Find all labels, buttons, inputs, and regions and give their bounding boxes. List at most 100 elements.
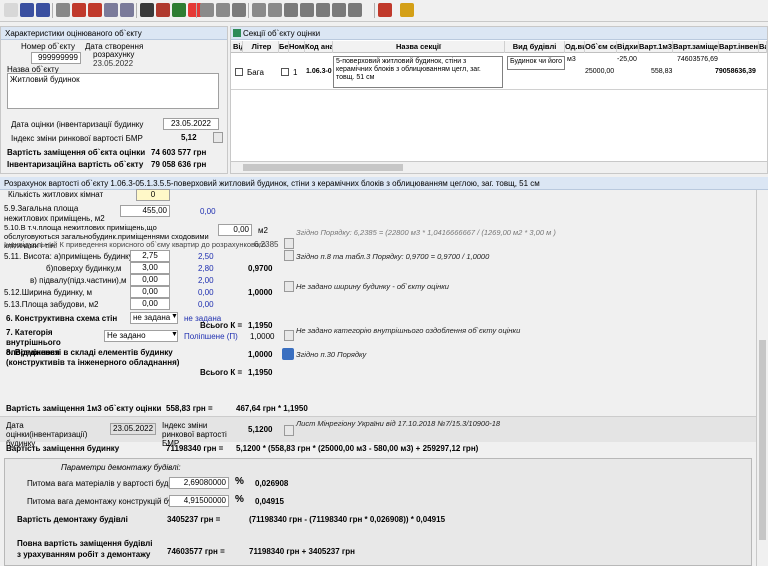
h-scroll-thumb[interactable] (243, 164, 403, 171)
category-select[interactable]: Не задано (104, 330, 178, 342)
chevron-down-icon[interactable]: ▼ (171, 331, 178, 338)
save-icon[interactable] (20, 3, 34, 17)
total-k-1: 1,1950 (248, 321, 273, 330)
demolition-cost-value: 3405237 грн = (167, 515, 221, 524)
col-header-11[interactable]: Варт.заміще (673, 41, 719, 53)
scissors-icon[interactable] (56, 3, 70, 17)
created-label-2: розрахунку (93, 50, 135, 59)
number-field[interactable]: 999999999 (31, 52, 81, 64)
demolition-box: Параметри демонтажу будівлі: Питома вага… (4, 458, 752, 566)
sections-panel: Секції об`єкту оцінки Від Літер Бе Ном К… (230, 26, 768, 174)
index-button[interactable] (213, 132, 223, 143)
col-header-2[interactable]: Бе (279, 41, 289, 53)
name-field[interactable]: Житловий будинок (7, 73, 219, 109)
total-k-label-2: Всього К = (200, 368, 243, 377)
new-doc-icon[interactable] (4, 3, 18, 17)
col-header-9[interactable]: Відхил (617, 41, 639, 53)
height-c-coef: 2,00 (198, 276, 214, 285)
toolbar (0, 0, 768, 22)
row-checkbox[interactable] (235, 68, 243, 76)
index-value: 5,12 (181, 133, 197, 142)
r510-field[interactable]: 0,00 (218, 224, 252, 236)
tools-icon[interactable] (232, 3, 246, 17)
calc-icon[interactable] (284, 3, 298, 17)
width-button[interactable] (284, 281, 294, 292)
calc-header: Розрахунок вартості об`єкту 1.06.3-05.1.… (0, 177, 768, 190)
date-row-field[interactable]: 23.05.2022 (110, 423, 156, 435)
col-header-4[interactable]: Код ана (305, 41, 333, 53)
stamp-icon[interactable] (348, 3, 362, 17)
chevron-down-icon[interactable]: ▼ (171, 313, 178, 320)
height-button[interactable] (284, 250, 294, 261)
cell-name[interactable]: 5-поверховий житловий будинок, стіни з к… (333, 56, 503, 88)
col-header-3[interactable]: Ном (289, 41, 305, 53)
indiv-button[interactable] (284, 238, 294, 249)
width-field[interactable]: 0,00 (130, 286, 170, 298)
r59-field[interactable]: 455,00 (120, 205, 170, 217)
materials-label: Питома вага матеріалів у вартості будівл… (27, 479, 181, 488)
col-header-1[interactable]: Літер (245, 41, 279, 53)
number-label: Номер об`єкту (21, 42, 75, 51)
height-c-field[interactable]: 0,00 (130, 274, 170, 286)
index-row-button[interactable] (284, 425, 294, 436)
date-row: Дата оцінки(інвентаризації) будинку 23.0… (0, 416, 756, 448)
total-k-label-1: Всього К = (200, 321, 243, 330)
r59-label: 5.9.Загальна площа нежитлових приміщень,… (4, 204, 105, 223)
pencil-icon[interactable] (268, 3, 282, 17)
row-checkbox-2[interactable] (281, 68, 289, 76)
constructions-field[interactable]: 4,91500000 (169, 495, 229, 507)
col-header-6[interactable]: Вид будівлі (505, 41, 565, 53)
col-header-8[interactable]: Об`єм секі (585, 41, 617, 53)
coat-of-arms-icon[interactable] (400, 3, 414, 17)
cell-deviation: -25,00 (617, 56, 637, 63)
indiv-note: Згідно Порядку: 6,2385 = (22800 м3 * 1,0… (296, 228, 556, 237)
toolbar-separator (248, 3, 249, 18)
area-field[interactable]: 0,00 (130, 298, 170, 310)
diff-note: Згідно п.30 Порядку (296, 350, 367, 359)
cursor-icon[interactable] (332, 3, 346, 17)
v-scroll-thumb[interactable] (759, 340, 766, 540)
full-cost-value: 74603577 грн = (167, 547, 225, 556)
r59-coef: 0,00 (200, 207, 216, 216)
eval-date-label: Дата оцінки (інвентаризації будинку (11, 120, 144, 129)
h-scrollbar[interactable] (231, 161, 767, 173)
v-scrollbar[interactable] (756, 190, 768, 566)
height-a-field[interactable]: 2,75 (130, 250, 170, 262)
area-label: 5.13.Площа забудови, м2 (4, 300, 99, 309)
x-icon[interactable] (88, 3, 102, 17)
materials-result: 0,026908 (255, 479, 289, 488)
chart-icon[interactable] (300, 3, 314, 17)
table-row[interactable]: Бага 1 1.06.3-0 5-поверховий житловий бу… (231, 54, 767, 90)
col-header-7[interactable]: Од.ви (565, 41, 585, 53)
category-button[interactable] (284, 330, 294, 341)
ruler-icon[interactable] (252, 3, 266, 17)
paste-icon[interactable] (120, 3, 134, 17)
sheet-icon[interactable] (316, 3, 330, 17)
materials-field[interactable]: 2,69080000 (169, 477, 229, 489)
indiv-value: 6,2385 (254, 240, 279, 249)
palette-icon[interactable] (172, 3, 186, 17)
col-header-0[interactable]: Від (233, 41, 243, 53)
toolbar-separator (196, 3, 197, 18)
delete-icon[interactable] (72, 3, 86, 17)
printer-icon[interactable] (200, 3, 214, 17)
col-header-10[interactable]: Варт.1м3 зі (639, 41, 673, 53)
target-icon[interactable] (140, 3, 154, 17)
close-icon[interactable] (378, 3, 392, 17)
print-icon[interactable] (36, 3, 50, 17)
diff-k: 1,0000 (248, 350, 273, 359)
eval-date-field[interactable]: 23.05.2022 (163, 118, 219, 130)
zoom-icon[interactable] (216, 3, 230, 17)
height-b-field[interactable]: 3,00 (130, 262, 170, 274)
edit-icon[interactable] (282, 348, 294, 360)
created-date: 23.05.2022 (93, 59, 134, 68)
record-icon[interactable] (156, 3, 170, 17)
col-header-12[interactable]: Варт.інвент (719, 41, 759, 53)
copy-icon[interactable] (104, 3, 118, 17)
col-header-5[interactable]: Назва секції (333, 41, 505, 53)
col-header-13[interactable]: Ва (759, 41, 767, 53)
area-coef: 0,00 (198, 300, 214, 309)
category-hint: Поліпшене (П) (184, 332, 238, 341)
cell-type[interactable]: Будинок чи його ч (507, 56, 565, 70)
rooms-field[interactable]: 0 (136, 189, 170, 201)
